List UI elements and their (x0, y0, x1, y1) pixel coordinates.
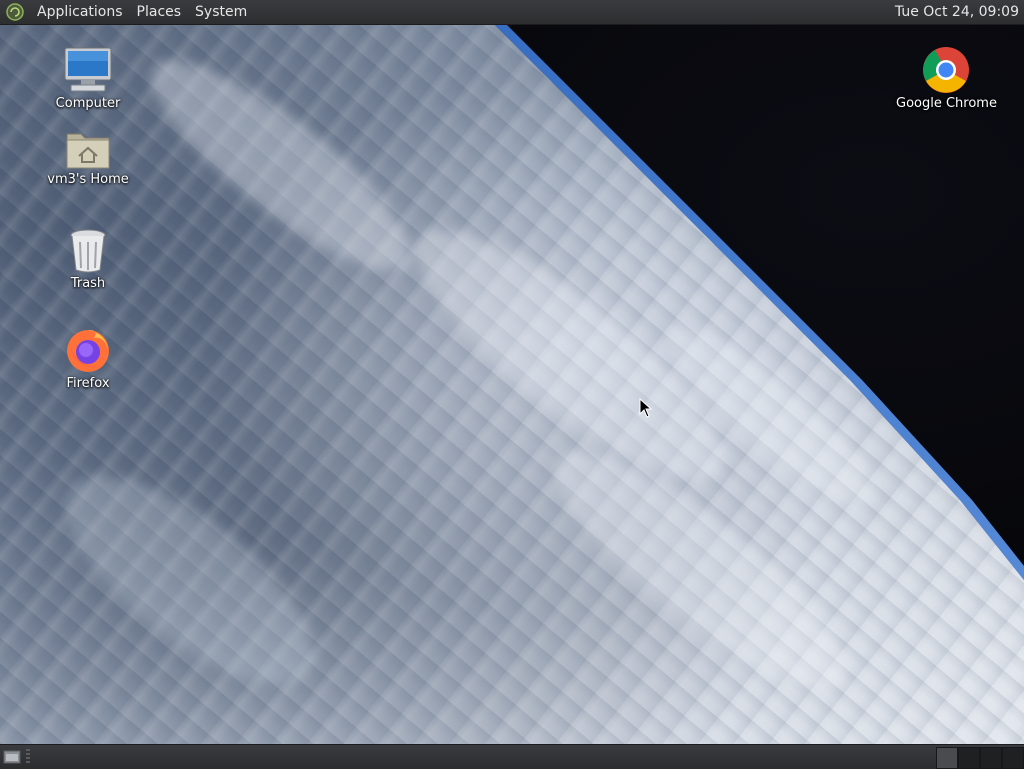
top-panel: Applications Places System Tue Oct 24, 0… (0, 0, 1024, 25)
firefox-icon (67, 330, 109, 372)
icon-label: Trash (70, 276, 106, 291)
desktop-icon-computer[interactable]: Computer (38, 46, 138, 111)
workspace-switcher-4[interactable] (1002, 747, 1024, 769)
desktop-icon-trash[interactable]: Trash (38, 228, 138, 291)
panel-drag-handle[interactable] (26, 749, 30, 765)
chrome-icon (923, 47, 969, 93)
menu-places[interactable]: Places (130, 0, 189, 24)
menu-system[interactable]: System (188, 0, 254, 24)
show-desktop-icon[interactable] (3, 749, 21, 765)
icon-label: Google Chrome (896, 96, 997, 111)
home-folder-icon (66, 133, 110, 169)
workspace-switcher-2[interactable] (958, 747, 980, 769)
workspace-switcher-1[interactable] (936, 747, 958, 769)
icon-label: Computer (55, 96, 121, 111)
workspace-switcher-3[interactable] (980, 747, 1002, 769)
desktop-icon-firefox[interactable]: Firefox (38, 326, 138, 391)
trash-icon (70, 229, 106, 273)
desktop-icon-home[interactable]: vm3's Home (38, 128, 138, 187)
panel-clock[interactable]: Tue Oct 24, 09:09 (895, 0, 1019, 24)
desktop-icon-chrome[interactable]: Google Chrome (896, 46, 997, 111)
mate-logo-icon[interactable] (6, 3, 24, 21)
mouse-cursor-icon (639, 398, 653, 418)
computer-icon (64, 47, 112, 92)
icon-label: Firefox (66, 376, 110, 391)
desktop-wallpaper (0, 0, 1024, 768)
bottom-panel (0, 744, 1024, 769)
menu-applications[interactable]: Applications (30, 0, 130, 24)
icon-label: vm3's Home (47, 172, 129, 187)
